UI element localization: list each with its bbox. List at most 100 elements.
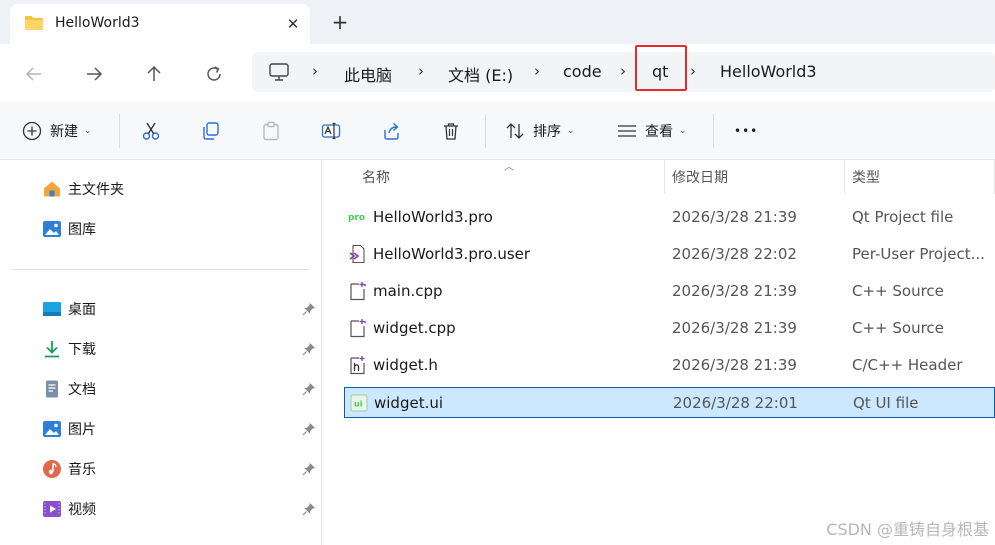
qt-pro-file-icon: pro xyxy=(348,213,365,223)
file-date: 2026/3/28 21:39 xyxy=(672,356,797,374)
sidebar-item-home[interactable]: 主文件夹 xyxy=(42,176,124,202)
file-row[interactable]: main.cpp 2026/3/28 21:39 C++ Source xyxy=(344,276,995,307)
sidebar-item-label: 文档 xyxy=(68,382,96,398)
sidebar-divider xyxy=(12,269,309,270)
header-file-icon xyxy=(350,356,365,375)
desktop-icon xyxy=(42,299,62,319)
file-name: HelloWorld3.pro.user xyxy=(373,245,531,263)
plus-circle-icon xyxy=(22,121,42,141)
up-button[interactable] xyxy=(140,60,168,88)
folder-icon xyxy=(25,16,43,30)
highlight-annotation-box xyxy=(635,45,687,91)
toolbar-divider xyxy=(119,114,120,148)
refresh-button[interactable] xyxy=(200,60,228,88)
sidebar-item-label: 视频 xyxy=(68,502,96,518)
refresh-icon xyxy=(207,66,221,81)
tab-helloworld3[interactable]: HelloWorld3 ✕ xyxy=(10,4,310,44)
cut-button[interactable] xyxy=(141,117,161,145)
delete-button[interactable] xyxy=(441,117,461,145)
file-type: Per-User Project... xyxy=(852,245,985,263)
navigation-pane: 主文件夹 图库 桌面 下载 文档 图片 音乐 视频 xyxy=(0,160,322,545)
sort-ascending-icon: ︿ xyxy=(504,162,514,173)
breadcrumb-this-pc[interactable]: 此电脑 xyxy=(344,62,392,86)
cpp-file-icon xyxy=(350,319,366,338)
breadcrumb-documents-e[interactable]: 文档 (E:) xyxy=(448,62,513,86)
file-name: HelloWorld3.pro xyxy=(373,208,493,226)
sidebar-item-gallery[interactable]: 图库 xyxy=(42,216,96,242)
pin-icon[interactable] xyxy=(302,382,316,396)
sidebar-item-label: 桌面 xyxy=(68,302,96,318)
share-icon xyxy=(384,122,399,140)
back-button[interactable] xyxy=(20,60,48,88)
forward-button[interactable] xyxy=(80,60,108,88)
watermark: CSDN @重铸自身根基 xyxy=(826,520,989,539)
file-type: C++ Source xyxy=(852,319,944,337)
copy-icon xyxy=(203,122,219,140)
list-view-icon xyxy=(618,125,636,137)
computer-icon xyxy=(269,63,289,81)
svg-text:ui: ui xyxy=(354,400,363,409)
column-resize-handle[interactable] xyxy=(844,160,845,194)
breadcrumb-separator[interactable]: › xyxy=(690,62,696,80)
more-options-button[interactable]: ••• xyxy=(734,117,758,145)
chevron-down-icon: ⌄ xyxy=(84,126,92,136)
pin-icon[interactable] xyxy=(302,422,316,436)
qt-user-file-icon xyxy=(349,244,365,264)
pin-icon[interactable] xyxy=(302,302,316,316)
file-type: C/C++ Header xyxy=(852,356,963,374)
file-date: 2026/3/28 22:02 xyxy=(672,245,797,263)
gallery-icon xyxy=(42,219,62,239)
file-name: widget.cpp xyxy=(373,319,456,337)
pin-icon[interactable] xyxy=(302,342,316,356)
rename-button[interactable] xyxy=(321,117,341,145)
navigation-bar: › 此电脑 › 文档 (E:) › code › qt › HelloWorld… xyxy=(0,44,995,102)
arrow-right-icon xyxy=(87,67,103,81)
breadcrumb-helloworld3[interactable]: HelloWorld3 xyxy=(720,62,817,81)
sidebar-item-videos[interactable]: 视频 xyxy=(42,496,96,522)
scissors-icon xyxy=(142,122,160,140)
pictures-icon xyxy=(42,419,62,439)
tab-bar: HelloWorld3 ✕ + xyxy=(0,0,995,44)
new-button[interactable]: 新建 ⌄ xyxy=(22,117,92,145)
sidebar-item-music[interactable]: 音乐 xyxy=(42,456,96,482)
pin-icon[interactable] xyxy=(302,462,316,476)
breadcrumb-separator[interactable]: › xyxy=(418,62,424,80)
file-row[interactable]: HelloWorld3.pro.user 2026/3/28 22:02 Per… xyxy=(344,239,995,270)
arrow-left-icon xyxy=(25,67,41,81)
new-button-label: 新建 xyxy=(50,124,78,140)
breadcrumb-separator[interactable]: › xyxy=(534,62,540,80)
sort-button[interactable]: 排序 ⌄ xyxy=(505,117,575,145)
sidebar-item-desktop[interactable]: 桌面 xyxy=(42,296,96,322)
sidebar-item-label: 下载 xyxy=(68,342,96,358)
view-button[interactable]: 查看 ⌄ xyxy=(617,117,687,145)
share-button[interactable] xyxy=(381,117,401,145)
column-header-name[interactable]: 名称 xyxy=(362,160,390,194)
breadcrumb-code[interactable]: code xyxy=(563,62,602,81)
address-bar[interactable]: › 此电脑 › 文档 (E:) › code › qt › HelloWorld… xyxy=(252,45,995,92)
copy-button[interactable] xyxy=(201,117,221,145)
trash-icon xyxy=(444,123,458,140)
sidebar-item-pictures[interactable]: 图片 xyxy=(42,416,96,442)
file-date: 2026/3/28 21:39 xyxy=(672,319,797,337)
sidebar-item-downloads[interactable]: 下载 xyxy=(42,336,96,362)
chevron-down-icon: ⌄ xyxy=(567,126,575,136)
home-icon xyxy=(42,179,62,199)
column-resize-handle[interactable] xyxy=(664,160,665,194)
breadcrumb-separator[interactable]: › xyxy=(312,62,318,80)
pin-icon[interactable] xyxy=(302,502,316,516)
paste-button[interactable] xyxy=(261,117,281,145)
breadcrumb-separator[interactable]: › xyxy=(620,62,626,80)
file-type: Qt UI file xyxy=(853,394,919,412)
arrow-up-icon xyxy=(147,65,161,81)
column-header-type[interactable]: 类型 xyxy=(852,160,880,194)
new-tab-button[interactable]: + xyxy=(328,11,352,35)
file-row-selected[interactable]: ui widget.ui 2026/3/28 22:01 Qt UI file xyxy=(344,387,995,418)
file-row[interactable]: pro HelloWorld3.pro 2026/3/28 21:39 Qt P… xyxy=(344,202,995,233)
file-row[interactable]: widget.h 2026/3/28 21:39 C/C++ Header xyxy=(344,350,995,381)
close-tab-icon[interactable]: ✕ xyxy=(282,13,304,35)
file-name: widget.h xyxy=(373,356,438,374)
file-date: 2026/3/28 21:39 xyxy=(672,282,797,300)
file-row[interactable]: widget.cpp 2026/3/28 21:39 C++ Source xyxy=(344,313,995,344)
sidebar-item-documents[interactable]: 文档 xyxy=(42,376,96,402)
column-header-date[interactable]: 修改日期 xyxy=(672,160,728,194)
